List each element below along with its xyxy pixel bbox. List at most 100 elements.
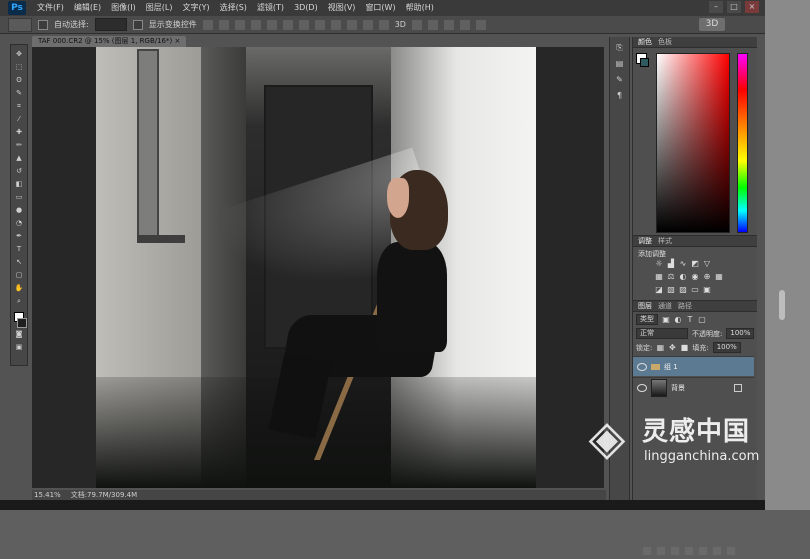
close-button[interactable]: × [745,1,759,13]
levels-icon[interactable]: ▟ [667,260,675,268]
layer-row-background[interactable]: 背景 [633,377,754,397]
link-layers-icon[interactable] [643,547,651,555]
filter-shape-icon[interactable]: ▢ [698,315,706,324]
eye-icon[interactable] [637,362,647,371]
tool-preset-picker[interactable] [8,17,32,32]
properties-panel-icon[interactable]: ▤ [614,59,626,69]
align-middle-icon[interactable] [218,19,229,30]
brush-panel-icon[interactable]: ✎ [614,75,626,85]
layer-row-group[interactable]: 组 1 [633,356,754,376]
color-lookup-icon[interactable]: ▦ [715,273,723,281]
tab-swatches[interactable]: 色板 [658,37,672,47]
history-brush-tool-icon[interactable]: ↺ [14,167,24,175]
menu-3d[interactable]: 3D(D) [289,0,323,16]
add-mask-icon[interactable] [671,547,679,555]
distribute-right-icon[interactable] [378,19,389,30]
crop-tool-icon[interactable]: ⌗ [14,102,24,110]
blend-mode-select[interactable]: 正常 [636,328,688,339]
auto-select-target-dropdown[interactable] [94,18,127,31]
move-tool-icon[interactable]: ✥ [14,50,24,58]
marquee-tool-icon[interactable]: ⬚ [14,63,24,71]
new-adjustment-icon[interactable] [685,547,693,555]
distribute-top-icon[interactable] [298,19,309,30]
eye-icon[interactable] [637,383,647,392]
tab-paths[interactable]: 路径 [678,301,692,311]
selective-color-icon[interactable]: ▣ [703,286,711,294]
exposure-icon[interactable]: ◩ [691,260,699,268]
hue-slider[interactable] [737,53,748,233]
tab-layers[interactable]: 图层 [638,301,652,311]
brightness-icon[interactable]: ☼ [655,260,663,268]
color-picker-field[interactable] [656,53,730,233]
healing-brush-tool-icon[interactable]: ✚ [14,128,24,136]
character-panel-icon[interactable]: ¶ [614,91,626,101]
eyedropper-tool-icon[interactable]: ⁄ [14,115,24,123]
lock-position-icon[interactable]: ✥ [668,343,676,352]
gradient-map-icon[interactable]: ▭ [691,286,699,294]
align-top-icon[interactable] [202,19,213,30]
quick-mask-icon[interactable]: ◙ [14,330,24,338]
3d-pan-icon[interactable] [443,19,454,30]
channel-mixer-icon[interactable]: ⊕ [703,273,711,281]
menu-image[interactable]: 图像(I) [106,0,141,16]
color-background-swatch[interactable] [640,58,649,67]
brush-tool-icon[interactable]: ✏ [14,141,24,149]
history-panel-icon[interactable]: ⎘ [614,43,626,53]
delete-layer-icon[interactable] [727,547,735,555]
posterize-icon[interactable]: ▧ [667,286,675,294]
filter-type-icon[interactable]: T [686,315,694,324]
filter-pixel-icon[interactable]: ▣ [662,315,670,324]
blur-tool-icon[interactable]: ● [14,206,24,214]
vibrance-icon[interactable]: ▽ [703,260,711,268]
new-group-icon[interactable] [699,547,707,555]
path-select-tool-icon[interactable]: ↖ [14,258,24,266]
dodge-tool-icon[interactable]: ◔ [14,219,24,227]
opacity-input[interactable]: 100% [726,328,755,339]
tab-color[interactable]: 颜色 [638,37,652,47]
distribute-bottom-icon[interactable] [330,19,341,30]
3d-scale-icon[interactable] [475,19,486,30]
photo-filter-icon[interactable]: ◉ [691,273,699,281]
fill-input[interactable]: 100% [712,342,741,353]
menu-layer[interactable]: 图层(L) [141,0,178,16]
menu-select[interactable]: 选择(S) [215,0,252,16]
menu-edit[interactable]: 编辑(E) [69,0,106,16]
type-tool-icon[interactable]: T [14,245,24,253]
lock-pixels-icon[interactable]: ▦ [656,343,665,352]
color-balance-icon[interactable]: ⚖ [667,273,675,281]
menu-type[interactable]: 文字(Y) [177,0,214,16]
gradient-tool-icon[interactable]: ▭ [14,193,24,201]
distribute-middle-icon[interactable] [314,19,325,30]
menu-view[interactable]: 视图(V) [323,0,361,16]
curves-icon[interactable]: ∿ [679,260,687,268]
distribute-center-icon[interactable] [362,19,373,30]
layer-kind-filter[interactable]: 类型 [636,314,658,325]
align-left-icon[interactable] [250,19,261,30]
clone-stamp-tool-icon[interactable]: ▲ [14,154,24,162]
filter-adjust-icon[interactable]: ◐ [674,315,682,324]
auto-select-checkbox[interactable] [38,19,48,30]
zoom-level[interactable]: 15.41% [34,491,61,499]
eraser-tool-icon[interactable]: ◧ [14,180,24,188]
black-white-icon[interactable]: ◐ [679,273,687,281]
canvas-area[interactable] [32,47,604,488]
workspace-3d-button[interactable]: 3D [699,18,725,31]
align-center-icon[interactable] [266,19,277,30]
menu-file[interactable]: 文件(F) [32,0,69,16]
document-image[interactable] [96,47,536,488]
background-color-swatch[interactable] [17,318,27,328]
distribute-left-icon[interactable] [346,19,357,30]
3d-rotate-icon[interactable] [411,19,422,30]
lasso-tool-icon[interactable]: ʘ [14,76,24,84]
screen-mode-icon[interactable]: ▣ [14,343,24,351]
3d-slide-icon[interactable] [459,19,470,30]
minimize-button[interactable]: – [709,1,723,13]
scrollbar-thumb[interactable] [779,290,785,320]
pen-tool-icon[interactable]: ✒ [14,232,24,240]
align-right-icon[interactable] [282,19,293,30]
new-layer-icon[interactable] [713,547,721,555]
lock-all-icon[interactable]: ■ [680,343,689,352]
hand-tool-icon[interactable]: ✋ [14,284,24,292]
invert-icon[interactable]: ◪ [655,286,663,294]
menu-window[interactable]: 窗口(W) [360,0,400,16]
